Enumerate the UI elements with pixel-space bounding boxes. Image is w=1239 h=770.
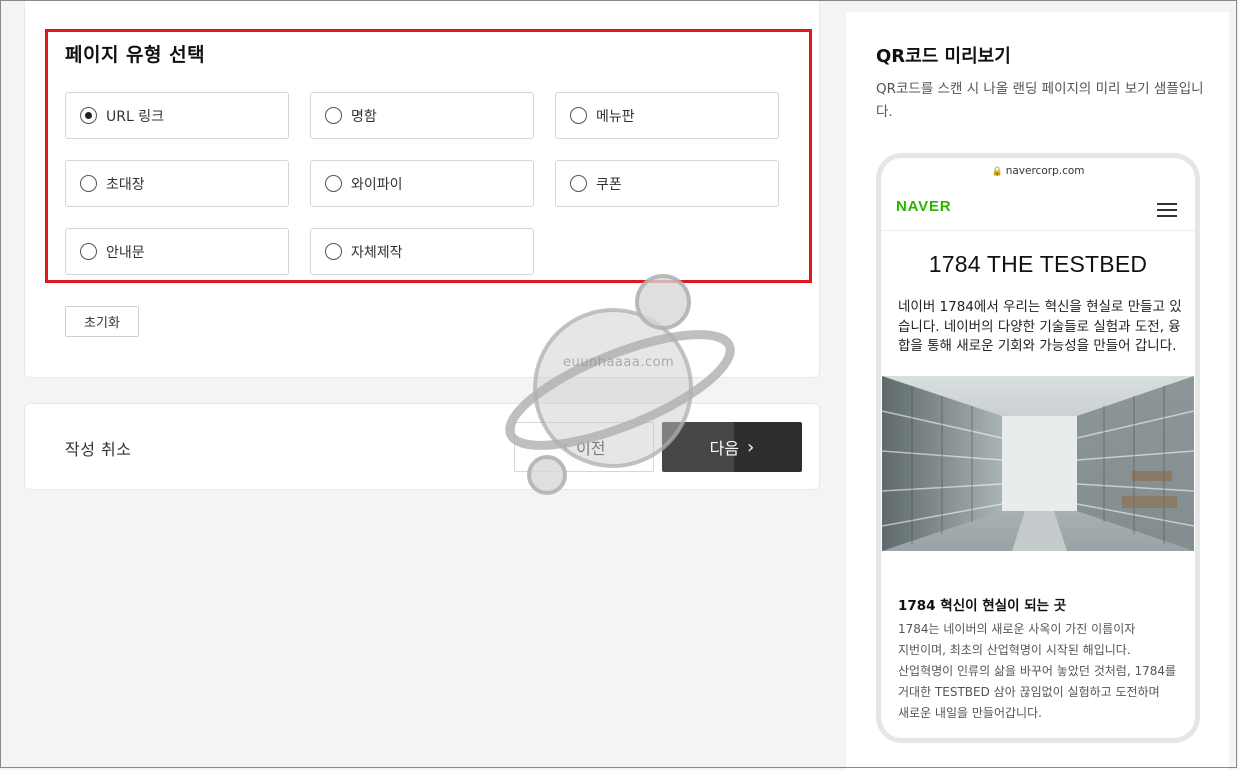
radio-button[interactable] xyxy=(80,107,97,124)
hamburger-menu-icon xyxy=(1157,203,1177,221)
next-label: 다음 xyxy=(709,439,740,458)
divider xyxy=(881,230,1195,231)
option-label: URL 링크 xyxy=(106,108,164,125)
radio-button[interactable] xyxy=(325,175,342,192)
reset-button[interactable]: 초기화 xyxy=(65,306,139,337)
radio-button[interactable] xyxy=(570,175,587,192)
option-menu[interactable]: 메뉴판 xyxy=(555,92,779,139)
chevron-left-icon: ‹ xyxy=(562,439,569,455)
option-custom[interactable]: 자체제작 xyxy=(310,228,534,275)
cancel-button[interactable]: 작성 취소 xyxy=(65,436,131,460)
section-title: 페이지 유형 선택 xyxy=(65,44,206,66)
option-business-card[interactable]: 명함 xyxy=(310,92,534,139)
radio-button[interactable] xyxy=(325,243,342,260)
preview-description: QR코드를 스캔 시 나올 랜딩 페이지의 미리 보기 샘플입니다. xyxy=(876,81,1204,120)
chevron-right-icon: › xyxy=(747,436,755,458)
prev-label: 이전 xyxy=(576,439,606,458)
phone-intro: 네이버 1784에서 우리는 혁신을 현실로 만들고 있습니다. 네이버의 다양… xyxy=(898,299,1182,354)
url-bar: 🔒 navercorp.com xyxy=(881,165,1195,177)
body-line: 새로운 내일을 만들어갑니다. xyxy=(898,706,1042,720)
body-line: 산업혁명이 인류의 삶을 바꾸어 놓았던 것처럼, 1784를 xyxy=(898,664,1177,678)
body-line: 거대한 TESTBED 삼아 끊임없이 실험하고 도전하며 xyxy=(898,685,1160,699)
option-wifi[interactable]: 와이파이 xyxy=(310,160,534,207)
prev-button[interactable]: ‹ 이전 xyxy=(514,422,654,472)
option-label: 안내문 xyxy=(106,244,145,261)
radio-button[interactable] xyxy=(570,107,587,124)
option-label: 와이파이 xyxy=(351,176,403,193)
option-label: 쿠폰 xyxy=(596,176,622,193)
radio-button[interactable] xyxy=(80,243,97,260)
option-invitation[interactable]: 초대장 xyxy=(65,160,289,207)
phone-body: 1784는 네이버의 새로운 사옥이 가진 이름이자 지번이며, 최초의 산업혁… xyxy=(898,619,1188,724)
lock-icon: 🔒 xyxy=(991,167,1003,177)
phone-headline: 1784 THE TESTBED xyxy=(928,251,1148,277)
option-label: 메뉴판 xyxy=(596,108,635,125)
phone-preview: 🔒 navercorp.com NAVER 1784 THE TESTBED 네이… xyxy=(876,153,1200,743)
preview-title: QR코드 미리보기 xyxy=(876,46,1011,67)
radio-button[interactable] xyxy=(80,175,97,192)
atrium-photo xyxy=(882,376,1194,551)
option-url-link[interactable]: URL 링크 xyxy=(65,92,289,139)
phone-subhead: 1784 혁신이 현실이 되는 곳 xyxy=(898,598,1067,614)
option-notice[interactable]: 안내문 xyxy=(65,228,289,275)
next-button[interactable]: 다음 › xyxy=(662,422,802,472)
body-line: 1784는 네이버의 새로운 사옥이 가진 이름이자 xyxy=(898,622,1136,636)
option-label: 초대장 xyxy=(106,176,145,193)
naver-logo: NAVER xyxy=(896,198,952,215)
option-label: 자체제작 xyxy=(351,244,403,261)
option-coupon[interactable]: 쿠폰 xyxy=(555,160,779,207)
body-line: 지번이며, 최초의 산업혁명이 시작된 해입니다. xyxy=(898,643,1131,657)
radio-button[interactable] xyxy=(325,107,342,124)
url-text: navercorp.com xyxy=(1005,165,1085,177)
option-label: 명함 xyxy=(351,108,377,125)
